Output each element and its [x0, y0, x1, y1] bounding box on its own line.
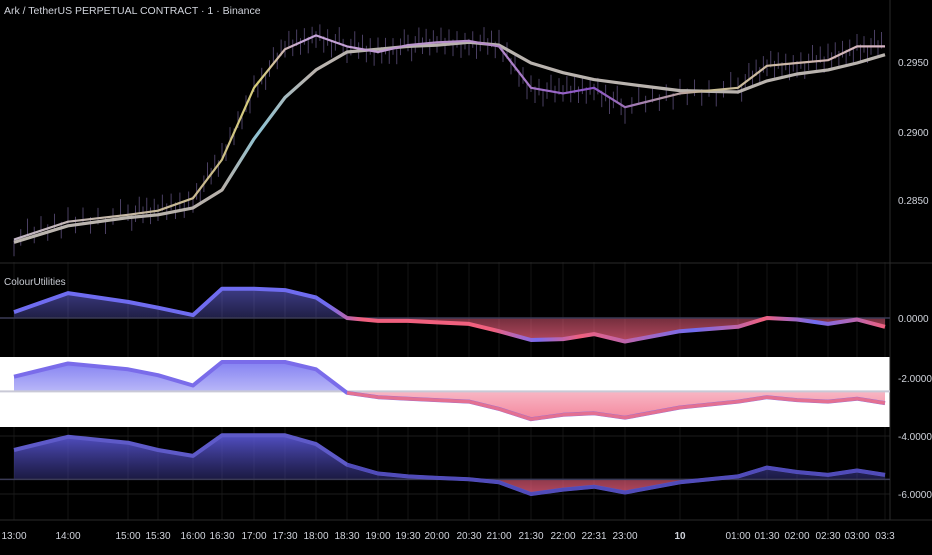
- indicator-tick-label: -2.0000: [898, 374, 932, 385]
- time-tick-label: 13:00: [1, 531, 26, 542]
- time-tick-label: 19:00: [365, 531, 390, 542]
- time-tick-label: 01:00: [725, 531, 750, 542]
- time-tick-label: 21:30: [518, 531, 543, 542]
- chart-title: Ark / TetherUS PERPETUAL CONTRACT · 1 · …: [4, 5, 261, 17]
- time-tick-label: 20:00: [424, 531, 449, 542]
- time-axis[interactable]: 13:00 14:00 15:00 15:30 16:00 16:30 17:00 17:30…: [1, 531, 895, 542]
- time-tick-label: 10: [674, 531, 686, 542]
- time-tick-label: 18:00: [303, 531, 328, 542]
- chart-area[interactable]: 0.2950 0.2900 0.2850 0.0000 -2.0000 -4.0…: [0, 0, 932, 550]
- price-tick-label: 0.2950: [898, 58, 929, 69]
- time-tick-label: 15:00: [115, 531, 140, 542]
- indicator-area-up: [14, 288, 885, 318]
- chart-canvas[interactable]: 0.2950 0.2900 0.2850 0.0000 -2.0000 -4.0…: [0, 0, 932, 550]
- price-tick-label: 0.2850: [898, 196, 929, 207]
- time-tick-label: 01:30: [754, 531, 779, 542]
- time-tick-label: 20:30: [456, 531, 481, 542]
- time-tick-label: 03:00: [844, 531, 869, 542]
- time-tick-label: 17:00: [241, 531, 266, 542]
- time-tick-label: 18:30: [334, 531, 359, 542]
- time-tick-label: 16:00: [180, 531, 205, 542]
- indicator-tick-label: 0.0000: [898, 314, 929, 325]
- time-tick-label: 02:30: [815, 531, 840, 542]
- indicator-tick-label: -4.0000: [898, 432, 932, 443]
- time-tick-label: 15:30: [145, 531, 170, 542]
- time-tick-label: 19:30: [395, 531, 420, 542]
- time-tick-label: 16:30: [209, 531, 234, 542]
- indicator-area-up: [14, 435, 885, 480]
- indicator-axis[interactable]: 0.0000 -2.0000 -4.0000 -6.0000: [898, 314, 932, 501]
- time-tick-label: 17:30: [272, 531, 297, 542]
- time-tick-label: 22:31: [581, 531, 606, 542]
- time-tick-label: 22:00: [550, 531, 575, 542]
- time-tick-label: 21:00: [486, 531, 511, 542]
- time-tick-label: 03:3: [875, 531, 895, 542]
- price-axis[interactable]: 0.2950 0.2900 0.2850: [898, 58, 929, 207]
- indicator-name: ColourUtilities: [4, 277, 66, 288]
- indicator-tick-label: -6.0000: [898, 490, 932, 501]
- time-tick-label: 23:00: [612, 531, 637, 542]
- time-tick-label: 02:00: [784, 531, 809, 542]
- price-tick-label: 0.2900: [898, 128, 929, 139]
- time-tick-label: 14:00: [55, 531, 80, 542]
